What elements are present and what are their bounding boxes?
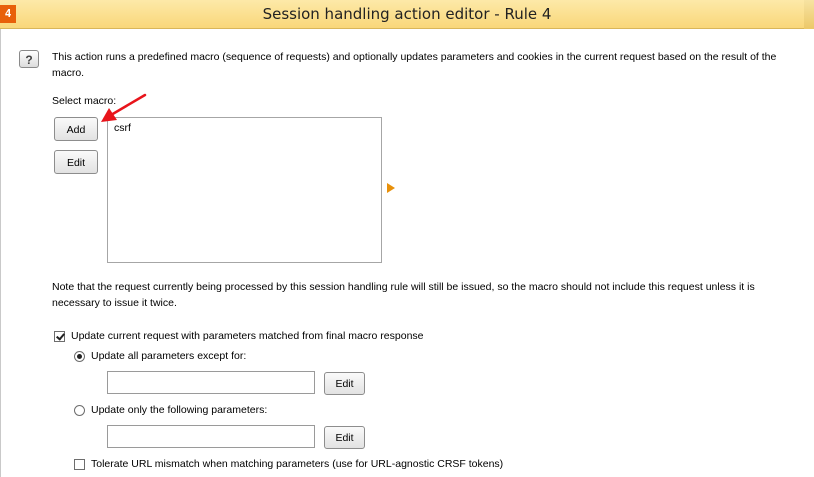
window-title: Session handling action editor - Rule 4 (262, 5, 552, 23)
tolerate-url-mismatch-checkbox[interactable] (74, 458, 85, 470)
edit-macro-button[interactable]: Edit (54, 150, 98, 174)
macro-note: Note that the request currently being pr… (52, 281, 755, 309)
excluded-parameters-input[interactable] (107, 371, 315, 394)
help-icon[interactable]: ? (19, 50, 39, 68)
update-all-parameters-radio[interactable] (74, 350, 85, 362)
edit-included-parameters-button[interactable]: Edit (324, 426, 365, 449)
annotation-arrow-icon (101, 93, 147, 122)
update-current-request-checkbox[interactable] (54, 330, 65, 342)
update-all-parameters-option[interactable]: Update all parameters except for: (74, 349, 246, 365)
tolerate-url-mismatch-label: Tolerate URL mismatch when matching para… (91, 458, 504, 470)
included-parameters-input[interactable] (107, 425, 315, 448)
update-only-parameters-option[interactable]: Update only the following parameters: (74, 403, 267, 419)
edit-excluded-parameters-button[interactable]: Edit (324, 372, 365, 395)
macro-list[interactable]: csrf (107, 117, 382, 263)
update-only-parameters-label: Update only the following parameters: (91, 404, 268, 416)
tolerate-url-mismatch-option[interactable]: Tolerate URL mismatch when matching para… (74, 457, 503, 473)
update-only-parameters-radio[interactable] (74, 404, 85, 416)
add-macro-button[interactable]: Add (54, 117, 98, 141)
expand-arrow-icon[interactable] (387, 183, 395, 193)
window-frame-edge (804, 0, 814, 29)
update-current-request-option[interactable]: Update current request with parameters m… (54, 329, 424, 345)
action-description: This action runs a predefined macro (seq… (52, 51, 777, 79)
editor-panel: ? This action runs a predefined macro (s… (0, 29, 814, 477)
update-all-parameters-label: Update all parameters except for: (91, 350, 247, 362)
title-bar[interactable]: 4 Session handling action editor - Rule … (0, 0, 814, 29)
update-current-request-label: Update current request with parameters m… (71, 330, 424, 342)
